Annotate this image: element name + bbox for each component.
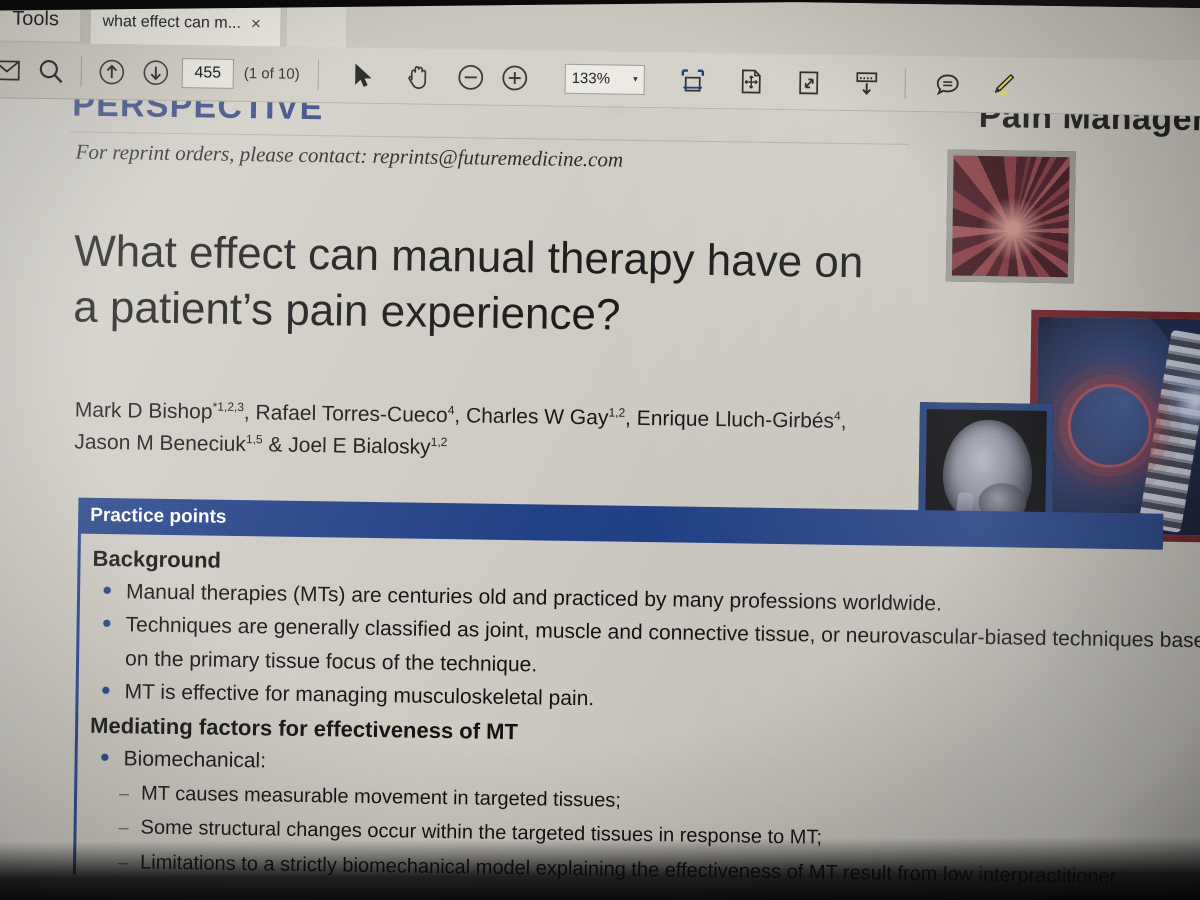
arrow-up-circle-icon[interactable]: [89, 49, 134, 94]
fit-page-icon[interactable]: [728, 59, 773, 104]
bullet-icon: ●: [100, 680, 112, 700]
scroll-down-icon[interactable]: [844, 60, 889, 105]
practice-points-box: Practice points Background ● Manual therap…: [72, 497, 1200, 900]
computer-screen: Tools what effect can m... × 455 (1 of 1…: [0, 0, 1200, 900]
close-icon[interactable]: ×: [251, 14, 261, 34]
page-number-value: 455: [194, 63, 222, 82]
practice-points-item-text: Limitations to a strictly biomechanical …: [139, 851, 1117, 888]
practice-points-item-text: MT causes measurable movement in targete…: [140, 782, 622, 812]
dash-icon: –: [118, 817, 129, 838]
author-name: Joel E Bialosky: [288, 433, 431, 459]
page-number-input[interactable]: 455: [181, 57, 235, 89]
highlighter-pen-icon[interactable]: [979, 62, 1024, 107]
photo-of-screen: Tools what effect can m... × 455 (1 of 1…: [0, 0, 1200, 900]
zoom-level-value: 133%: [571, 69, 611, 88]
page-count-label: (1 of 10): [243, 65, 300, 83]
author-separator: ,: [454, 404, 467, 428]
author-affiliation-marks: 1,2: [608, 405, 626, 420]
bullet-icon: ●: [101, 613, 113, 633]
practice-points-item-text: Biomechanical:: [123, 747, 267, 773]
dash-icon: –: [118, 783, 130, 804]
chevron-down-icon[interactable]: ▾: [633, 74, 638, 85]
author-separator: &: [262, 433, 289, 457]
author-affiliation-marks: 1,2: [430, 434, 448, 449]
spine-pain-image: [1027, 309, 1200, 543]
practice-points-body: Background ● Manual therapies (MTs) are ce…: [72, 533, 1200, 891]
practice-points-item: – MT causes measurable movement in target…: [89, 781, 1159, 822]
plus-circle-icon[interactable]: [492, 55, 537, 100]
tools-tab-label: Tools: [12, 7, 60, 31]
zoom-level-select[interactable]: 133% ▾: [564, 63, 645, 95]
pdf-page[interactable]: PERSPECTIVE Pain Manageme For reprint or…: [0, 98, 1200, 900]
document-tab-label: what effect can m...: [102, 12, 242, 32]
cursor-arrow-icon[interactable]: [340, 53, 385, 98]
author-separator: ,: [624, 406, 637, 430]
arrow-down-circle-icon[interactable]: [133, 50, 178, 95]
author-affiliation-marks: 1,5: [245, 431, 263, 447]
search-icon[interactable]: [29, 48, 74, 93]
zoom-to-selection-icon[interactable]: [786, 60, 831, 105]
comment-bubble-icon[interactable]: [925, 62, 970, 107]
bullet-spacer: [91, 646, 125, 647]
article-title: What effect can manual therapy have on a…: [73, 224, 895, 349]
section-label: PERSPECTIVE: [72, 98, 324, 128]
bullet-icon: ●: [101, 579, 113, 600]
new-tab-slot[interactable]: [285, 0, 348, 48]
author-name: Charles W Gay: [465, 404, 609, 430]
practice-points-item: – Some structural changes occur within th…: [88, 815, 1158, 856]
dash-icon: –: [117, 851, 129, 873]
practice-points-item: – Limitations to a strictly biomechanical…: [88, 849, 1158, 890]
envelope-icon[interactable]: [0, 48, 29, 93]
author-name: Enrique Lluch-Girbés: [636, 406, 835, 433]
toolbar-divider-2: [317, 59, 319, 90]
fit-width-icon[interactable]: [670, 58, 715, 103]
practice-points-item-text: Some structural changes occur within the…: [140, 817, 823, 850]
reprint-line: For reprint orders, please contact: repr…: [75, 139, 624, 172]
author-affiliation-marks: *1,2,3: [212, 399, 245, 415]
author-name: Rafael Torres-Cueco: [255, 401, 448, 428]
author-name: Jason M Beneciuk: [74, 430, 247, 456]
toolbar-divider-3: [904, 68, 906, 99]
bullet-icon: ●: [99, 746, 111, 766]
author-separator: ,: [243, 401, 256, 425]
author-name: Mark D Bishop: [74, 398, 213, 424]
hand-icon[interactable]: [396, 54, 441, 99]
toolbar-divider: [80, 56, 83, 87]
author-list: Mark D Bishop*1,2,3, Rafael Torres-Cueco…: [74, 395, 875, 471]
minus-circle-icon[interactable]: [448, 55, 493, 100]
neuron-image: [945, 149, 1076, 284]
author-separator: ,: [840, 409, 847, 433]
article-title-line-2: a patient’s pain experience?: [72, 282, 621, 340]
pain-ripple: [1066, 383, 1152, 469]
